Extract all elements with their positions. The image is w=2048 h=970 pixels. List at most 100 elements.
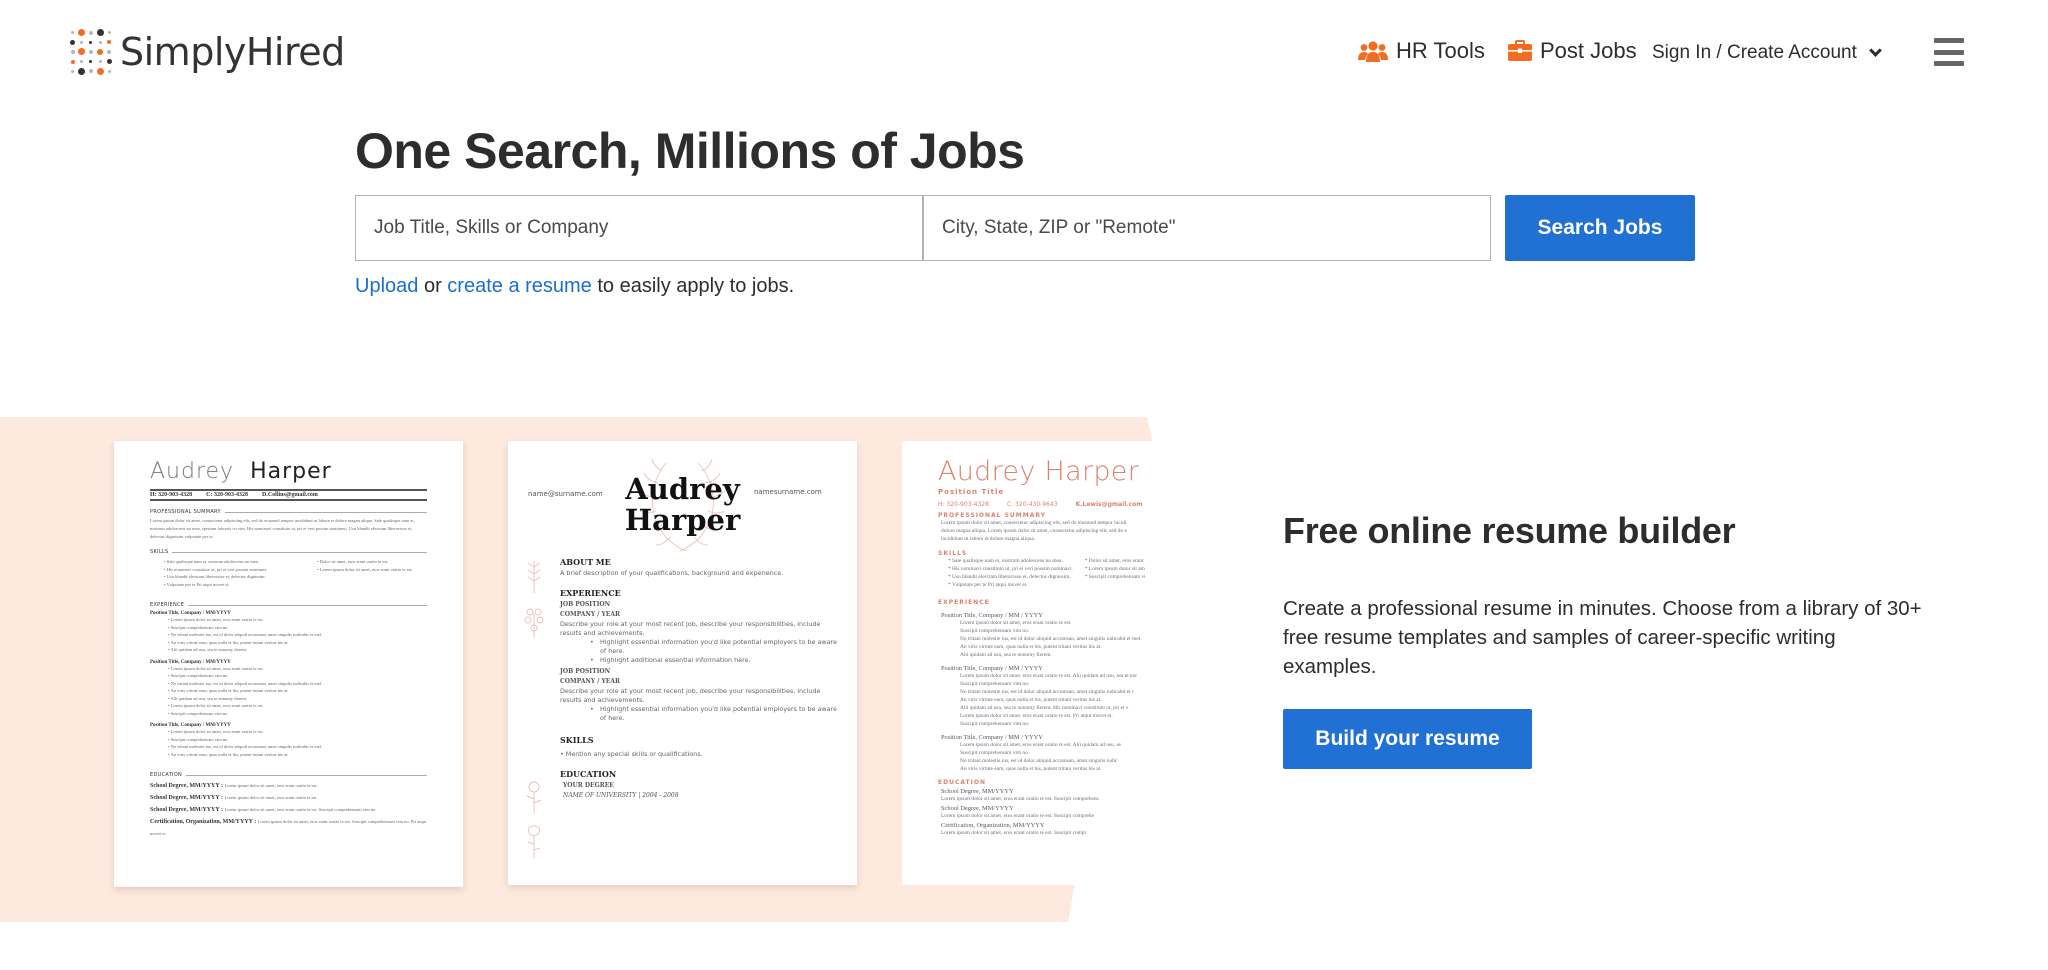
logo-dot xyxy=(98,60,102,64)
resume-job-line: No tritani molestie ius, est id dolor al… xyxy=(960,689,1134,695)
resume-experience: JOB POSITION COMPANY / YEAR Describe your … xyxy=(560,601,840,723)
resume-job-line: Alii quidam ad usu, sea te nonumy fieren… xyxy=(960,652,1052,658)
location-input[interactable] xyxy=(923,195,1491,261)
search-jobs-button[interactable]: Search Jobs xyxy=(1505,195,1695,261)
flower-sprig-icon xyxy=(526,781,542,813)
resume-job-line: Lorem ipsum dolor sit amet, eros erant o… xyxy=(960,620,1072,626)
nav-post-jobs-label: Post Jobs xyxy=(1540,38,1637,63)
resume-education-text: Lorem ipsum dolor sit amet, eros erant o… xyxy=(150,819,427,836)
resume-job-bullet: • No tritani molestie ius, est id dolor … xyxy=(168,680,323,686)
resume-skill: • Usu blandit electram liberavisse ei, d… xyxy=(164,574,266,579)
resume-job-company: COMPANY / YEAR xyxy=(560,611,621,618)
upload-suffix-text: to easily apply to jobs. xyxy=(591,275,795,297)
resume-summary: Lorem ipsum dolor sit amet, consectetur … xyxy=(938,519,1262,543)
build-resume-button[interactable]: Build your resume xyxy=(1283,709,1532,769)
resume-education-label: School Degree, MM/YYYY xyxy=(941,788,1014,795)
resume-job-company: COMPANY / YEAR xyxy=(560,678,621,685)
resume-education-entry: School Degree, MM/YYYY : Lorem ipsum dol… xyxy=(150,783,318,789)
logo-dot xyxy=(88,49,93,54)
resume-experience: Position Title, Company / MM / YYYY Lorem… xyxy=(938,612,1262,773)
resume-university: NAME OF UNIVERSITY | 2004 - 2008 xyxy=(563,792,679,799)
resume-phone-home: H: 320-903-4328 xyxy=(938,501,989,508)
logo-dot xyxy=(96,29,104,37)
logo-dots-icon xyxy=(68,28,114,76)
resume-section-heading: EXPERIENCE xyxy=(150,602,427,608)
nav-sign-in-dropdown[interactable]: Sign In / Create Account xyxy=(1652,42,1882,64)
resume-skill: * Lorem ipsum dolor sit am xyxy=(1084,566,1145,572)
resume-job-line: Suscipit comprehensam vim no. xyxy=(960,750,1030,756)
resume-section-heading: SKILLS xyxy=(938,550,968,557)
hamburger-menu-button[interactable] xyxy=(1934,38,1964,66)
resume-degree: YOUR DEGREE xyxy=(563,782,614,789)
job-search-form: Search Jobs xyxy=(355,195,1695,261)
resume-job-bullet: • No tritani molestie ius, est id dolor … xyxy=(168,632,323,637)
resume-phone-home: H: 320-903-4328 xyxy=(150,492,193,498)
resume-email: K.Lewis@gmail.com xyxy=(1075,501,1143,508)
resume-job-description: Describe your role at your most recent j… xyxy=(560,620,821,637)
hamburger-bar xyxy=(1934,61,1964,66)
resume-section-heading: EDUCATION xyxy=(150,772,427,778)
resume-section-heading: ABOUT ME xyxy=(560,557,611,567)
resume-contact: H: 320-903-4328 C: 320-903-4328 D.Collin… xyxy=(150,489,427,501)
resume-job-bullet: Highlight essential information you'd li… xyxy=(560,705,840,723)
resume-job-bullet: • No tritani molestie ius, est id dolor … xyxy=(168,744,323,749)
resume-section-heading: SKILLS xyxy=(150,549,427,555)
resume-section-heading: EXPERIENCE xyxy=(560,588,621,598)
resume-summary-line: Lorem ipsum dolor sit amet, consectetur … xyxy=(941,520,1127,526)
logo-dot xyxy=(78,29,86,37)
resume-skill: • Lorem ipsum dolor sit amet, eros erant… xyxy=(317,566,413,572)
resume-skill: • Sale qualisque nam ei, nostrum adolesc… xyxy=(164,559,260,564)
rose-sprig-icon xyxy=(527,825,541,858)
briefcase-icon xyxy=(1508,40,1532,61)
resume-job-title: Position Title, Company / MM / YYYY xyxy=(941,665,1043,672)
resume-education-text: Lorem ipsum dolor sit amet, eros erant o… xyxy=(941,830,1087,836)
upload-resume-link[interactable]: Upload xyxy=(355,275,418,297)
resume-last-name: Harper xyxy=(250,459,332,484)
logo-dot xyxy=(80,60,84,64)
logo-dot xyxy=(107,69,111,73)
resume-skills: • Sale qualisque nam ei, nostrum adolesc… xyxy=(150,558,427,588)
job-title-input[interactable] xyxy=(355,195,923,261)
hamburger-bar xyxy=(1934,49,1964,55)
logo-dot xyxy=(80,40,84,44)
resume-first-name: Audrey xyxy=(150,459,235,484)
resume-template-floral[interactable]: name@surname.com namesurname.com Audrey … xyxy=(508,441,857,885)
nav-hr-tools[interactable]: HR Tools xyxy=(1358,38,1485,64)
create-resume-link[interactable]: create a resume xyxy=(447,275,592,297)
resume-job-line: No tritani molestie ius, est id dolor al… xyxy=(960,758,1118,764)
resume-contact: H: 320-903-4328 C: 320-430-9643 K.Lewis@… xyxy=(938,501,1262,508)
resume-job-bullet: • Suscipit comprehensam vim no. xyxy=(168,710,229,716)
resume-template-classic[interactable]: Audrey Harper H: 320-903-4328 C: 320-903… xyxy=(114,441,463,887)
resume-education-text: Lorem ipsum dolor sit amet, eros erant o… xyxy=(941,796,1099,802)
logo-dot xyxy=(106,59,112,65)
logo-dot xyxy=(88,69,93,74)
resume-job-bullet: • An viris virtute eam, quas nulla et hi… xyxy=(168,688,289,693)
resume-section-heading: PROFESSIONAL SUMMARY xyxy=(150,509,427,515)
resume-skills: • Mention any special skills or qualific… xyxy=(560,750,703,758)
resume-skill: • Dolor sit amet, eros erant oratio te e… xyxy=(317,559,389,564)
logo-dot xyxy=(71,69,75,73)
nav-hr-tools-label: HR Tools xyxy=(1396,38,1485,63)
resume-job-bullet: • Alii quidam ad usu, sea te nonumy fier… xyxy=(168,695,248,701)
resume-section-heading: SKILLS xyxy=(560,735,594,745)
logo-dot xyxy=(71,31,75,35)
resume-education-entry: School Degree, MM/YYYY : Lorem ipsum dol… xyxy=(150,807,377,813)
site-header: SimplyHired HR Tools Post Jobs Sign In /… xyxy=(0,0,2048,110)
resume-skill: • Vulputate per te Pri atqui movet ei. xyxy=(164,581,230,587)
resume-education: School Degree, MM/YYYY : Lorem ipsum dol… xyxy=(150,780,427,840)
simplyhired-logo[interactable]: SimplyHired xyxy=(68,28,345,76)
resume-job-line: An viris virtute eam, quas nulla et his,… xyxy=(960,766,1102,772)
logo-dot xyxy=(70,59,75,64)
resume-job-line: Suscipit comprehensam vim no. xyxy=(960,681,1030,687)
resume-template-coral[interactable]: Audrey Harper Position Title H: 320-903-… xyxy=(902,441,1262,885)
logo-dot xyxy=(107,40,112,45)
resume-summary: Lorem ipsum dolor sit amet, consectetur … xyxy=(150,518,415,539)
resume-name: Audrey Harper xyxy=(508,474,857,536)
resume-skill: * Suscipit comprehensam vi xyxy=(1084,574,1146,580)
chevron-down-icon xyxy=(1869,43,1882,57)
resume-summary-line: dolore magna aliqua. Lorem ipsum dolor s… xyxy=(941,528,1127,534)
nav-post-jobs[interactable]: Post Jobs xyxy=(1508,38,1637,64)
resume-job-bullet: • Lorem ipsum dolor sit amet, eros erant… xyxy=(168,617,264,622)
resume-job-line: Alii quidam ad usu, sea te nonumy fieren… xyxy=(960,705,1129,711)
resume-position-title: Position Title xyxy=(938,488,1005,496)
